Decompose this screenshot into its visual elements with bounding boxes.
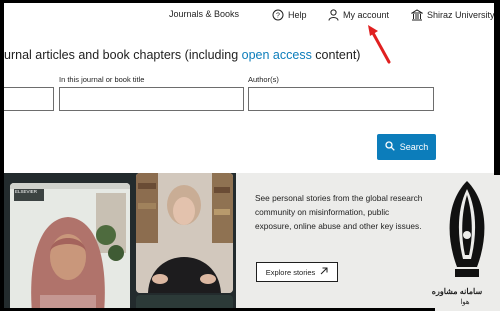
- elsevier-logo-text: ELSEVIER: [15, 189, 38, 194]
- pen-nib-logo-icon: [449, 181, 485, 277]
- stories-description: See personal stories from the global res…: [255, 193, 423, 231]
- story-video-card-3[interactable]: [136, 295, 233, 308]
- watermark-text: سامانه مشاوره: [431, 287, 483, 296]
- journals-books-label: Journals & Books: [169, 9, 240, 19]
- woman-in-hijab-image: [10, 183, 130, 308]
- institution-label: Shiraz University: [427, 10, 494, 20]
- keywords-field[interactable]: [4, 87, 54, 111]
- journals-books-link[interactable]: Journals & Books: [169, 9, 239, 19]
- search-icon: [385, 141, 395, 153]
- watermark-subtext: هوا: [460, 299, 470, 306]
- external-arrow-icon: [320, 267, 328, 277]
- my-account-label: My account: [343, 10, 390, 20]
- svg-text:?: ?: [276, 13, 280, 20]
- search-label: Search: [399, 142, 429, 152]
- search-button[interactable]: Search: [377, 134, 436, 160]
- page: Journals & Books ? Help My account Shira…: [4, 3, 494, 308]
- woman-speaking-image: [136, 173, 233, 293]
- author-field[interactable]: [248, 87, 434, 111]
- author-label: Author(s): [248, 75, 279, 84]
- help-link[interactable]: ? Help: [272, 9, 307, 21]
- open-access-link[interactable]: open access: [242, 48, 312, 62]
- explore-stories-button[interactable]: Explore stories: [256, 262, 338, 282]
- headline-suffix: content): [311, 48, 361, 62]
- story-video-card-2[interactable]: [136, 173, 233, 293]
- institution-link[interactable]: Shiraz University: [411, 9, 494, 21]
- search-headline: urnal articles and book chapters (includ…: [4, 48, 360, 62]
- help-icon: ?: [272, 9, 284, 21]
- my-account-link[interactable]: My account: [328, 9, 389, 21]
- help-label: Help: [288, 10, 307, 20]
- headline-text: urnal articles and book chapters (includ…: [4, 48, 242, 62]
- story-video-card-1[interactable]: ELSEVIER: [10, 183, 130, 308]
- journal-title-field[interactable]: [59, 87, 244, 111]
- user-icon: [328, 9, 339, 21]
- explore-stories-label: Explore stories: [265, 267, 316, 277]
- journal-title-label: In this journal or book title: [59, 75, 145, 84]
- institution-icon: [411, 9, 423, 21]
- top-navigation: Journals & Books ? Help My account Shira…: [4, 3, 494, 27]
